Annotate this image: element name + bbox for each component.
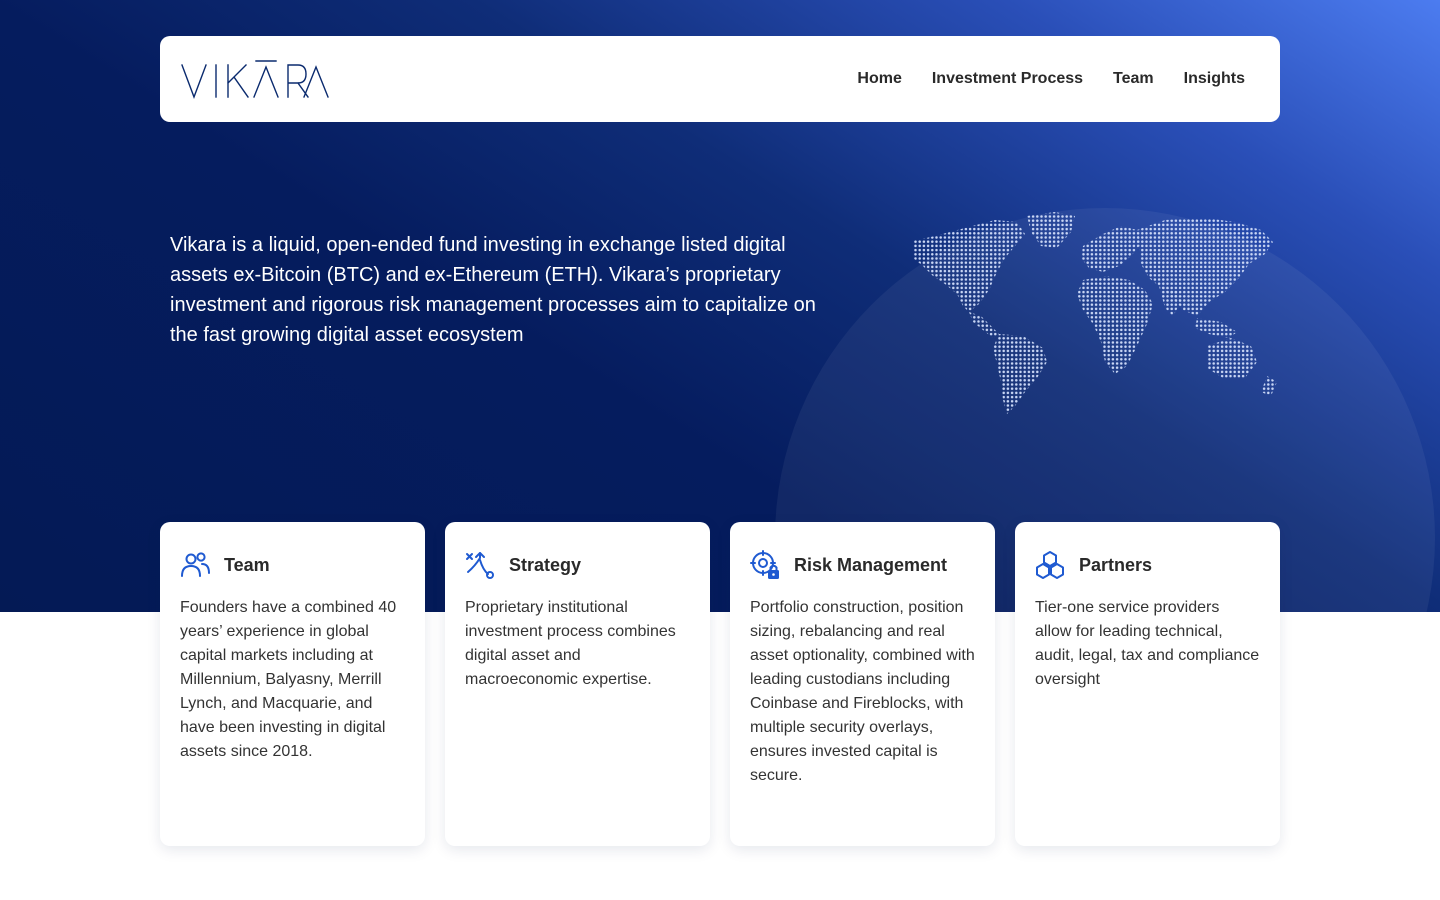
world-map-icon — [913, 212, 1277, 414]
nav-link-investment-process[interactable]: Investment Process — [932, 70, 1083, 88]
card-title-risk-management: Risk Management — [794, 554, 948, 575]
team-icon — [181, 552, 210, 577]
card-title-strategy: Strategy — [509, 554, 582, 575]
card-title-team: Team — [224, 554, 270, 575]
feature-cards: Team Founders have a combined 40 years’ … — [160, 522, 1280, 846]
hero-description: Vikara is a liquid, open-ended fund inve… — [170, 234, 816, 346]
logo[interactable] — [180, 59, 330, 99]
card-risk-management: Risk Management Portfolio construction, … — [730, 522, 995, 846]
card-body-partners: Tier-one service providers allow for lea… — [1035, 599, 1260, 688]
card-body-risk-management: Portfolio construction, position sizing,… — [750, 599, 975, 784]
card-strategy: Strategy Proprietary institutional inves… — [445, 522, 710, 846]
partners-icon — [1036, 551, 1064, 579]
risk-management-icon — [750, 550, 779, 579]
vikara-logo-icon — [181, 60, 329, 99]
card-title-partners: Partners — [1079, 554, 1153, 575]
top-navbar: Home Investment Process Team Insights — [160, 36, 1280, 122]
nav-links: Home Investment Process Team Insights — [857, 70, 1245, 88]
card-team: Team Founders have a combined 40 years’ … — [160, 522, 425, 846]
nav-link-team[interactable]: Team — [1113, 70, 1154, 88]
card-body-strategy: Proprietary institutional investment pro… — [465, 599, 676, 688]
card-body-team: Founders have a combined 40 years’ exper… — [180, 599, 397, 760]
nav-link-home[interactable]: Home — [857, 70, 901, 88]
strategy-icon — [466, 552, 494, 579]
card-partners: Partners Tier-one service providers allo… — [1015, 522, 1280, 846]
nav-link-insights[interactable]: Insights — [1184, 70, 1245, 88]
